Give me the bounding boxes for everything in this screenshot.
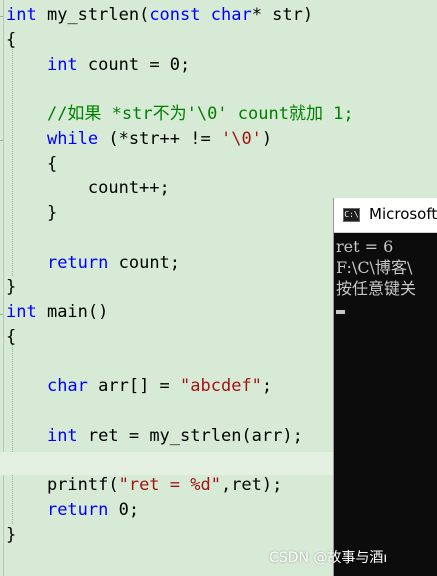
keyword-token: int: [46, 425, 78, 446]
code-token: }: [6, 203, 58, 223]
keyword-token: int: [46, 54, 78, 75]
code-line[interactable]: return count;: [6, 251, 180, 276]
code-token: ,ret);: [220, 475, 283, 496]
console-title-bar[interactable]: C:\ Microsoft: [334, 198, 437, 233]
code-token: my_strlen(: [36, 5, 150, 25]
code-line[interactable]: }: [6, 201, 57, 226]
code-line[interactable]: printf("ret = %d",ret);: [6, 473, 282, 498]
code-token: count++;: [6, 178, 170, 199]
keyword-token: int: [6, 302, 37, 322]
code-line[interactable]: {: [6, 325, 16, 350]
code-token: count;: [108, 252, 181, 273]
keyword-token: char: [210, 5, 252, 25]
code-line[interactable]: char arr[] = "abcdef";: [6, 374, 272, 399]
code-line[interactable]: int ret = my_strlen(arr);: [6, 424, 303, 449]
console-line: F:\C\博客\: [336, 258, 413, 277]
code-token: }: [6, 524, 17, 545]
code-token: }: [6, 277, 17, 298]
fold-marker[interactable]: [0, 16, 3, 17]
console-app-icon: C:\: [343, 208, 360, 222]
keyword-token: return: [46, 500, 109, 520]
code-token: ;: [261, 376, 273, 397]
code-token: {: [6, 326, 17, 347]
code-line[interactable]: return 0;: [6, 498, 139, 523]
comment-token: //如果 *str不为'\0' count就加 1;: [46, 104, 354, 124]
code-token: count = 0;: [77, 54, 191, 75]
code-line[interactable]: //如果 *str不为'\0' count就加 1;: [6, 102, 354, 127]
string-token: "ret = %d": [118, 475, 221, 496]
code-line[interactable]: {: [6, 152, 57, 177]
string-token: '\0': [220, 128, 262, 149]
code-token: ): [261, 128, 273, 149]
code-token: main(): [36, 302, 109, 322]
code-token: * str): [251, 5, 314, 25]
console-cursor: [336, 310, 345, 314]
code-token: {: [6, 153, 58, 174]
code-token: arr[] =: [87, 376, 181, 397]
keyword-token: while: [46, 128, 99, 149]
keyword-token: char: [46, 376, 88, 397]
console-window[interactable]: C:\ Microsoft ret = 6 F:\C\博客\ 按任意键关: [334, 198, 437, 576]
code-token: (*str++ !=: [98, 128, 221, 149]
code-line[interactable]: int count = 0;: [6, 53, 190, 78]
console-line: ret = 6: [336, 237, 394, 256]
code-token: printf(: [6, 475, 119, 496]
code-token: {: [6, 29, 17, 50]
code-line[interactable]: }: [6, 275, 16, 300]
code-line[interactable]: while (*str++ != '\0'): [6, 127, 272, 152]
console-output: ret = 6 F:\C\博客\ 按任意键关: [336, 236, 416, 299]
fold-marker[interactable]: [0, 314, 3, 315]
string-token: "abcdef": [180, 376, 262, 397]
keyword-token: return: [46, 252, 109, 273]
keyword-token: int: [6, 5, 37, 25]
code-line[interactable]: {: [6, 28, 16, 53]
code-line[interactable]: int my_strlen(const char* str): [6, 3, 313, 28]
fold-marker[interactable]: [0, 140, 3, 141]
code-token: ret = my_strlen(arr);: [77, 425, 303, 446]
editor-margin: [3, 0, 4, 576]
watermark: CSDN @故事与酒ו: [269, 550, 388, 566]
keyword-token: const: [149, 5, 201, 25]
console-title: Microsoft: [369, 205, 437, 223]
code-token: 0;: [108, 500, 140, 520]
code-line[interactable]: count++;: [6, 176, 170, 201]
code-line[interactable]: }: [6, 523, 16, 548]
console-line: 按任意键关: [336, 279, 417, 298]
code-line[interactable]: int main(): [6, 300, 108, 325]
